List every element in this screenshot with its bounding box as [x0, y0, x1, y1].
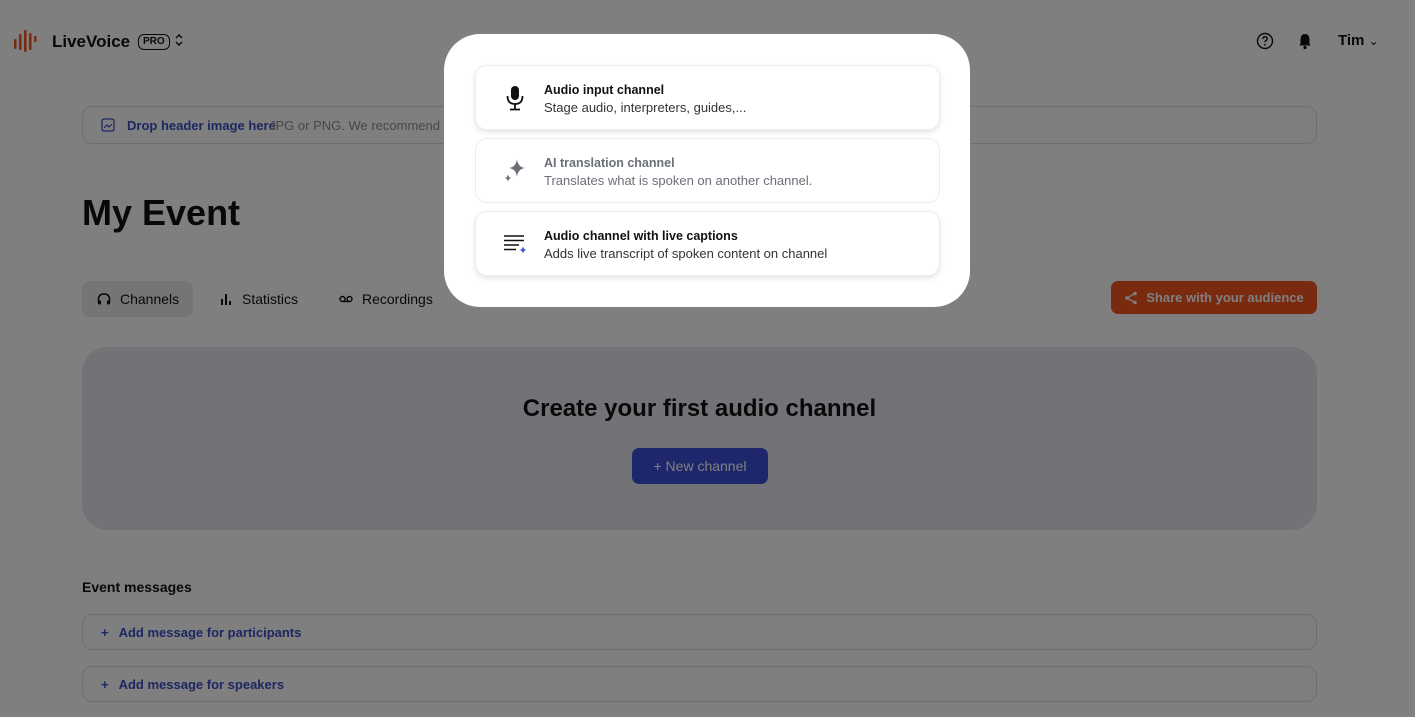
option-title: AI translation channel — [544, 156, 675, 170]
option-title: Audio channel with live captions — [544, 229, 738, 243]
option-title: Audio input channel — [544, 83, 665, 97]
microphone-icon — [506, 86, 524, 111]
sparkles-icon — [504, 159, 525, 182]
option-description: Adds live transcript of spoken content o… — [544, 246, 828, 261]
option-ai-translation-channel[interactable]: AI translation channel Translates what i… — [475, 138, 940, 203]
option-audio-input-channel[interactable]: Audio input channel Stage audio, interpr… — [475, 65, 940, 130]
option-description: Stage audio, interpreters, guides,... — [544, 100, 747, 115]
option-description: Translates what is spoken on another cha… — [544, 173, 813, 188]
option-audio-channel-live-captions[interactable]: Audio channel with live captions Adds li… — [475, 211, 940, 276]
captions-icon — [504, 235, 527, 254]
channel-type-popover: Audio input channel Stage audio, interpr… — [444, 34, 970, 307]
